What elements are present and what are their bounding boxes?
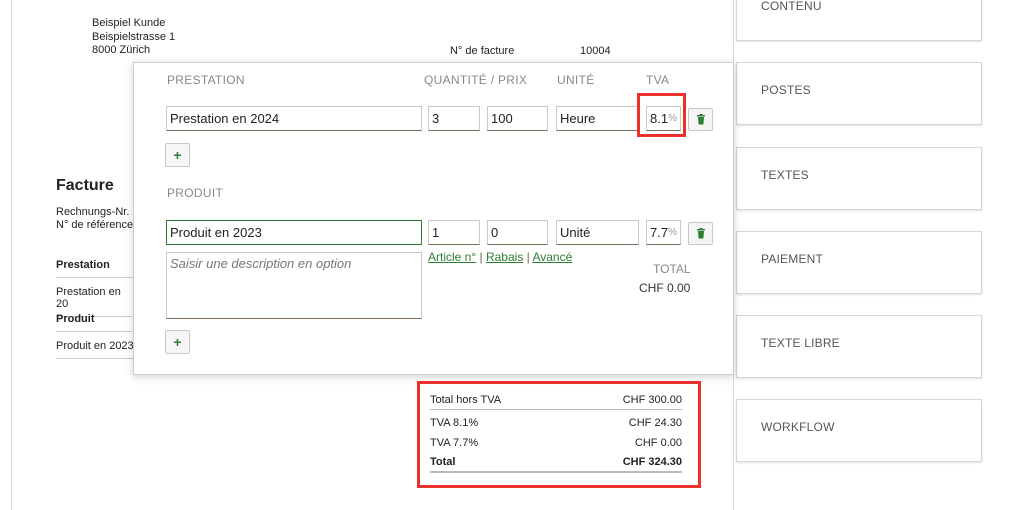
link-separator: | [526,250,530,264]
header-prestation: PRESTATION [167,73,245,87]
header-unit: UNITÉ [557,73,595,87]
address-line: Beispielstrasse 1 [92,30,176,43]
app-root: Beispiel Kunde Beispielstrasse 1 8000 Zü… [0,0,1031,510]
link-separator: | [479,250,483,264]
side-tab-paiement[interactable]: PAIEMENT [736,231,982,294]
produit-qty-input[interactable]: 1 [428,220,480,245]
add-prestation-button[interactable]: + [165,143,190,167]
line-total-value: CHF 0.00 [639,281,691,295]
side-tab-texte-libre[interactable]: TEXTE LIBRE [736,315,982,378]
produit-unit-input[interactable]: Unité [556,220,639,245]
invoice-number: 10004 [580,45,611,57]
article-number-link[interactable]: Article n° [428,250,476,264]
side-tab-textes[interactable]: TEXTES [736,147,982,210]
side-tab-workflow[interactable]: WORKFLOW [736,399,982,462]
header-qty-price: QUANTITÉ / PRIX [424,73,528,87]
produit-description-input[interactable]: Saisir une description en option [166,252,422,319]
side-tab-postes[interactable]: POSTES [736,62,982,125]
side-tab-label: PAIEMENT [761,252,824,266]
side-tab-label: WORKFLOW [761,420,835,434]
line-total-label: TOTAL [653,262,691,276]
side-tab-label: CONTENU [761,0,822,13]
side-tab-label: POSTES [761,83,811,97]
invoice-meta: Rechnungs-Nr. N° de référence [56,206,133,232]
totals-highlight-box [417,381,701,488]
prestation-unit-input[interactable]: Heure [556,106,639,131]
customer-address: Beispiel Kunde Beispielstrasse 1 8000 Zü… [92,17,175,58]
invoice-title: Facture [56,177,114,194]
side-tab-label: TEXTE LIBRE [761,336,840,350]
address-line: Beispiel Kunde [92,17,166,29]
produit-name-input[interactable]: Produit en 2023 [166,220,422,245]
produit-links: Article n° | Rabais | Avancé [428,250,572,264]
avance-link[interactable]: Avancé [532,250,572,264]
prestation-qty-input[interactable]: 3 [428,106,480,131]
side-tab-contenu[interactable]: CONTENU [736,0,982,41]
trash-icon [696,228,705,239]
invoice-number-label: N° de facture [450,45,515,57]
side-tab-label: TEXTES [761,168,809,182]
trash-icon [696,114,705,125]
produit-price-input[interactable]: 0 [487,220,548,245]
address-line: 8000 Zürich [92,44,151,56]
delete-produit-button[interactable] [688,222,713,245]
meta-line: N° de référence [56,219,134,231]
vat-highlight-box [637,93,686,137]
header-vat: TVA [646,73,670,87]
produit-vat-input[interactable]: 7.7 % [646,220,681,245]
add-produit-button[interactable]: + [165,330,190,354]
vat-value: 7.7 [650,225,669,240]
prestation-price-input[interactable]: 100 [487,106,548,131]
rabais-link[interactable]: Rabais [486,250,523,264]
produit-row: Produit en 2023 [56,340,136,359]
meta-line: Rechnungs-Nr. [56,206,130,218]
prestation-name-input[interactable]: Prestation en 2024 [166,106,422,131]
percent-sign: % [668,227,677,238]
section-prestation-heading: Prestation [56,259,136,278]
delete-prestation-button[interactable] [688,108,713,131]
section-produit-heading: Produit [56,313,136,332]
header-produit: PRODUIT [167,186,224,200]
